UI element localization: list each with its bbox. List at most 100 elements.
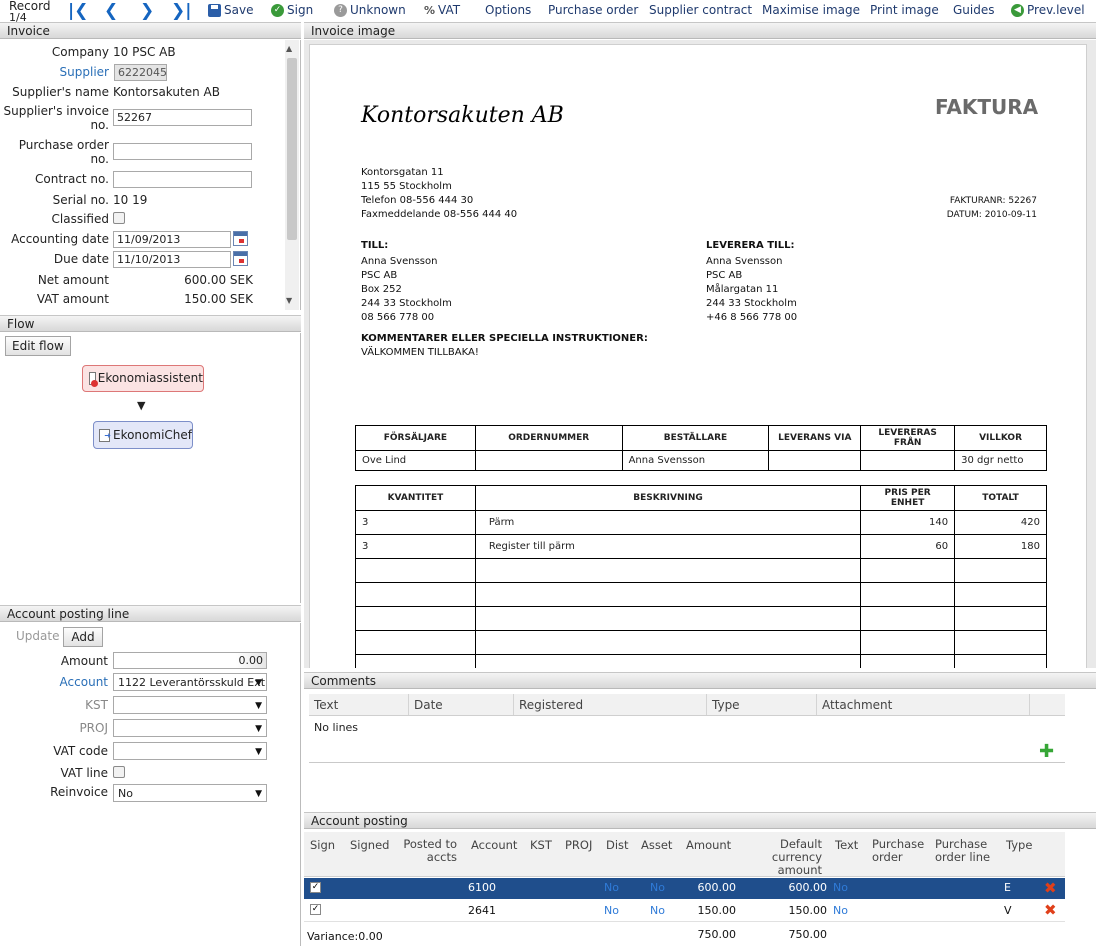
column-header-posted[interactable]: Posted to accts — [401, 838, 457, 864]
amount-field[interactable]: 0.00 — [113, 652, 267, 669]
column-header-type[interactable]: Type — [1006, 838, 1032, 852]
supplier-link[interactable]: Supplier — [0, 65, 109, 79]
proj-select[interactable]: ▼ — [113, 719, 267, 737]
invoice-image-viewer[interactable]: Kontorsakuten AB FAKTURA Kontorsgatan 11… — [304, 40, 1096, 668]
unknown-button[interactable]: ? Unknown — [334, 3, 406, 17]
item-cell: 3 — [355, 510, 476, 535]
supplier-contract-button[interactable]: Supplier contract — [649, 3, 752, 17]
supplier-field[interactable]: 6222045 — [114, 64, 167, 81]
posting-asset[interactable]: No — [650, 881, 665, 894]
sign-checkbox[interactable]: ✓ — [310, 882, 321, 893]
posting-asset[interactable]: No — [650, 904, 665, 917]
account-link[interactable]: Account — [0, 675, 108, 689]
column-header-kst[interactable]: KST — [530, 838, 552, 852]
calendar-icon[interactable] — [233, 251, 248, 266]
chevron-down-icon: ▼ — [255, 678, 262, 688]
posting-row[interactable]: ✓ 6100 No No 600.00 600.00 No E — [304, 878, 1065, 899]
calendar-icon[interactable] — [233, 231, 248, 246]
classified-checkbox[interactable] — [113, 212, 125, 224]
reinvoice-select[interactable]: No ▼ — [113, 784, 267, 802]
first-record-icon[interactable]: |❮ — [68, 2, 88, 20]
item-cell — [474, 654, 862, 668]
purchase-order-label: Purchase order no. — [0, 138, 109, 166]
prev-record-icon[interactable]: ❮ — [104, 2, 118, 20]
scroll-down-icon[interactable]: ▼ — [286, 296, 292, 305]
posting-row[interactable]: ✓ 2641 No No 150.00 150.00 No V — [304, 900, 1065, 922]
delete-icon[interactable]: ✖ — [1044, 900, 1057, 920]
sign-button[interactable]: ✓ Sign — [271, 3, 313, 17]
next-record-icon[interactable]: ❯ — [140, 2, 154, 20]
posting-text[interactable]: No — [833, 881, 848, 894]
column-header-default-amount[interactable]: Default currency amount — [759, 838, 822, 877]
column-header-po-line[interactable]: Purchase order line — [935, 838, 997, 864]
net-amount-value: 600.00 SEK — [184, 273, 253, 287]
posting-dist[interactable]: No — [604, 881, 619, 894]
purchase-order-field[interactable] — [113, 143, 252, 160]
contract-field[interactable] — [113, 171, 252, 188]
column-header-date[interactable]: Date — [409, 694, 514, 715]
column-header-attachment[interactable]: Attachment — [817, 694, 1030, 715]
options-menu[interactable]: Options — [485, 3, 531, 17]
column-header-sign[interactable]: Sign — [310, 838, 335, 852]
column-header-type[interactable]: Type — [707, 694, 817, 715]
save-button[interactable]: Save — [208, 3, 253, 17]
prev-level-button[interactable]: ◀ Prev.level — [1011, 3, 1085, 17]
due-date-field[interactable]: 11/10/2013 — [113, 251, 231, 268]
purchase-order-button[interactable]: Purchase order — [548, 3, 638, 17]
edit-flow-button[interactable]: Edit flow — [5, 336, 71, 356]
flow-step-ekonomiassistent[interactable]: Ekonomiassistent — [82, 365, 204, 392]
vat-code-select[interactable]: ▼ — [113, 742, 267, 760]
kst-select[interactable]: ▼ — [113, 696, 267, 714]
posting-text[interactable]: No — [833, 904, 848, 917]
column-header-purchase-order[interactable]: Purchase order — [872, 838, 927, 864]
column-header-text[interactable]: Text — [835, 838, 858, 852]
guides-button[interactable]: Guides — [953, 3, 995, 17]
column-header-amount[interactable]: Amount — [686, 838, 731, 852]
item-cell — [474, 606, 862, 631]
delete-icon[interactable]: ✖ — [1044, 878, 1057, 898]
supplier-invoice-label-line2: no. — [90, 118, 109, 132]
bill-to-line: 244 33 Stockholm — [361, 298, 452, 309]
accounting-date-field[interactable]: 11/09/2013 — [113, 231, 231, 248]
info-cell: Anna Svensson — [621, 450, 770, 471]
column-header-dist[interactable]: Dist — [606, 838, 629, 852]
check-circle-icon: ✓ — [271, 3, 284, 17]
posting-dist[interactable]: No — [604, 904, 619, 917]
add-comment-icon[interactable]: ✚ — [1039, 743, 1054, 761]
account-select-value: 1122 Leverantörsskuld Ext — [118, 676, 266, 689]
account-select[interactable]: 1122 Leverantörsskuld Ext ▼ — [113, 673, 267, 691]
vat-line-checkbox[interactable] — [113, 766, 125, 778]
scrollbar-thumb[interactable] — [287, 58, 297, 240]
info-header: ORDERNUMMER — [474, 425, 623, 451]
supplier-invoice-label: Supplier's invoice no. — [0, 104, 109, 132]
invoice-panel: Company 10 PSC AB Supplier 6222045 Suppl… — [0, 40, 301, 310]
column-header-proj[interactable]: PROJ — [565, 838, 592, 852]
flow-step-ekonomichef[interactable]: ➜ EkonomiChef — [93, 421, 193, 449]
column-header-text[interactable]: Text — [309, 694, 409, 715]
column-header-registered[interactable]: Registered — [514, 694, 707, 715]
ship-to-line: Målargatan 11 — [706, 284, 779, 295]
supplier-invoice-field[interactable]: 52267 — [113, 109, 252, 126]
column-header-signed[interactable]: Signed — [350, 838, 389, 852]
column-header-asset[interactable]: Asset — [641, 838, 672, 852]
maximise-image-button[interactable]: Maximise image — [762, 3, 860, 17]
column-header-account[interactable]: Account — [471, 838, 517, 852]
scroll-up-icon[interactable]: ▲ — [286, 44, 292, 53]
sign-checkbox[interactable]: ✓ — [310, 904, 321, 915]
purchase-order-label-line2: no. — [90, 152, 109, 166]
last-record-icon[interactable]: ❯| — [171, 2, 191, 20]
sign-label: Sign — [287, 3, 314, 17]
item-cell — [954, 654, 1047, 668]
comments-grid-header: Text Date Registered Type Attachment — [309, 694, 1065, 716]
ship-to-line: Anna Svensson — [706, 256, 783, 267]
vat-amount-label: VAT amount — [36, 292, 109, 306]
update-button[interactable]: Update — [16, 629, 59, 643]
print-image-button[interactable]: Print image — [870, 3, 939, 17]
invoice-panel-header: Invoice — [0, 22, 301, 39]
reinvoice-select-value: No — [118, 787, 133, 800]
add-button[interactable]: Add — [63, 627, 103, 647]
floppy-icon — [208, 3, 221, 17]
invoice-scrollbar[interactable]: ▲ ▼ — [285, 40, 299, 310]
bill-to-line: 08 566 778 00 — [361, 312, 435, 323]
vat-button[interactable]: % VAT — [424, 3, 460, 17]
